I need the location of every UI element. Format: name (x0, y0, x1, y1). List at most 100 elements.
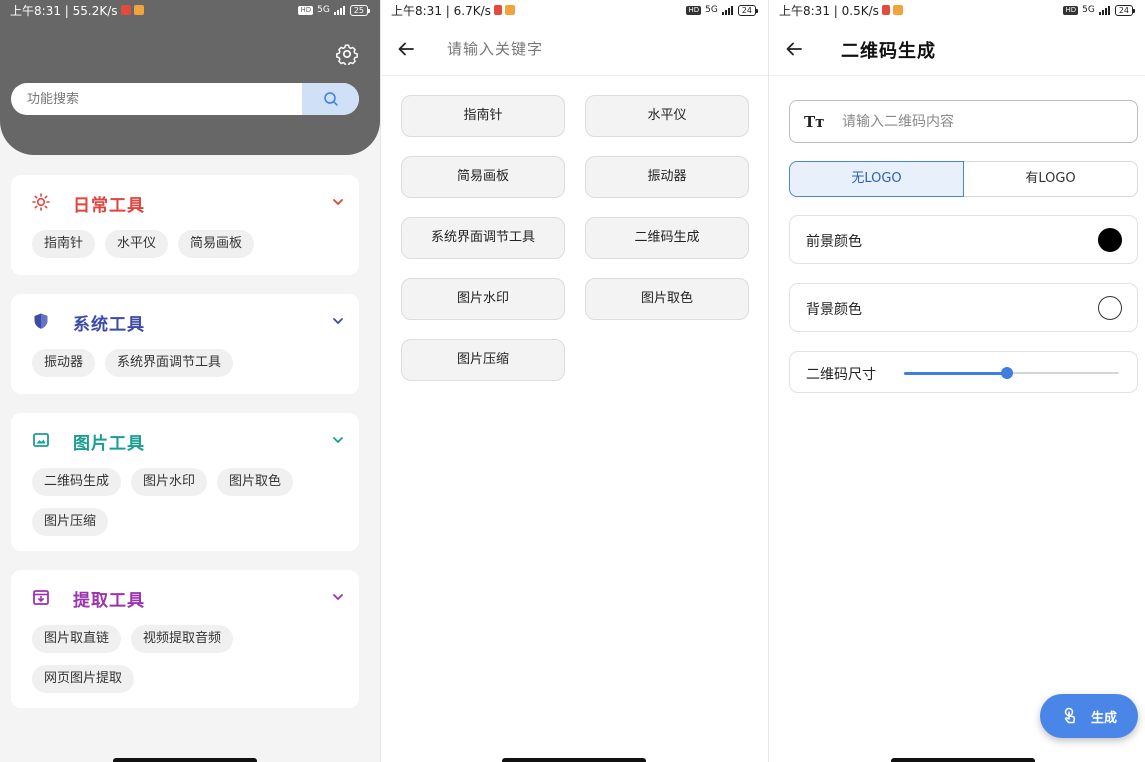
signal-icon (1098, 5, 1110, 15)
foreground-color-swatch[interactable] (1098, 228, 1122, 252)
gesture-nav-bar[interactable] (113, 758, 257, 762)
hd-icon: HD (1063, 5, 1079, 15)
text-format-icon: Tт (804, 113, 825, 131)
qr-size-slider-thumb[interactable] (1001, 367, 1014, 379)
tool-chip-video-audio[interactable]: 视频提取音频 (131, 625, 234, 653)
no-logo-option[interactable]: 无LOGO (789, 161, 964, 197)
result-button-qr-generator[interactable]: 二维码生成 (585, 217, 749, 259)
result-button-compass[interactable]: 指南针 (401, 95, 565, 137)
status-time: 上午8:31 | 55.2K/s (10, 3, 118, 18)
shield-icon (34, 313, 48, 329)
touch-icon (1064, 707, 1076, 724)
result-button-level[interactable]: 水平仪 (585, 95, 749, 137)
category-items: 图片取直链 视频提取音频 网页图片提取 (32, 625, 345, 693)
result-button-ui-tuner[interactable]: 系统界面调节工具 (401, 217, 565, 259)
result-button-sketchpad[interactable]: 简易画板 (401, 156, 565, 198)
home-header: 上午8:31 | 55.2K/s HD 5G 25 (0, 0, 380, 155)
gesture-nav-bar[interactable] (891, 758, 1035, 762)
chevron-down-icon[interactable] (331, 314, 345, 328)
gesture-nav-bar[interactable] (502, 758, 646, 762)
sun-icon (32, 193, 50, 211)
category-card-daily: 日常工具 指南针 水平仪 简易画板 (11, 175, 359, 275)
background-color-label: 背景颜色 (806, 302, 862, 318)
result-button-watermark[interactable]: 图片水印 (401, 278, 565, 320)
background-color-swatch[interactable] (1098, 296, 1122, 320)
hd-icon: HD (686, 5, 702, 15)
qr-content-input[interactable] (842, 109, 1122, 135)
foreground-color-label: 前景颜色 (806, 234, 862, 250)
arrow-left-icon (786, 42, 802, 56)
app-notification-icon (881, 5, 890, 15)
battery-icon: 24 (1114, 4, 1136, 16)
battery-icon: 25 (349, 4, 371, 16)
status-bar: 上午8:31 | 55.2K/s HD 5G 25 (0, 0, 380, 20)
search-button[interactable] (302, 83, 359, 115)
tool-chip-web-images[interactable]: 网页图片提取 (32, 665, 135, 693)
result-button-image-compress[interactable]: 图片压缩 (401, 339, 565, 381)
generate-button-label: 生成 (1090, 710, 1117, 726)
tool-chip-level[interactable]: 水平仪 (105, 230, 169, 258)
chevron-down-icon[interactable] (331, 590, 345, 604)
function-search-input[interactable] (11, 83, 303, 115)
network-label: 5G (1082, 5, 1095, 15)
tool-chip-sketchpad[interactable]: 简易画板 (178, 230, 255, 258)
tool-chip-image-link[interactable]: 图片取直链 (32, 625, 122, 653)
generate-button[interactable]: 生成 (1040, 694, 1138, 738)
signal-icon (333, 5, 345, 15)
result-button-color-picker[interactable]: 图片取色 (585, 278, 749, 320)
category-items: 振动器 系统界面调节工具 (32, 349, 345, 377)
tool-chip-color-picker[interactable]: 图片取色 (217, 468, 294, 496)
back-button[interactable] (781, 36, 807, 62)
category-title: 系统工具 (73, 315, 145, 335)
qr-size-row: 二维码尺寸 (789, 351, 1138, 393)
qr-top-bar: 二维码生成 (769, 22, 1145, 76)
page-title: 二维码生成 (841, 41, 936, 62)
category-card-extract: 提取工具 图片取直链 视频提取音频 网页图片提取 (11, 570, 359, 708)
logo-option-toggle: 无LOGO 有LOGO (789, 161, 1138, 197)
category-title: 提取工具 (73, 591, 145, 611)
search-top-bar (381, 22, 768, 76)
message-notification-icon (504, 5, 515, 15)
app-notification-icon (120, 5, 131, 15)
status-time: 上午8:31 | 0.5K/s (779, 3, 879, 18)
gear-icon[interactable] (336, 43, 358, 65)
message-notification-icon (133, 5, 144, 15)
home-screen: 上午8:31 | 55.2K/s HD 5G 25 功能搜索 日常工具 指南针 … (0, 0, 380, 762)
qr-content-field: Tт (789, 100, 1138, 143)
battery-icon: 24 (737, 4, 759, 16)
tool-chip-vibrator[interactable]: 振动器 (32, 349, 96, 377)
download-box-icon (33, 590, 49, 605)
category-header-system[interactable]: 系统工具 (11, 308, 359, 335)
tool-chip-image-compress[interactable]: 图片压缩 (32, 508, 109, 536)
status-time: 上午8:31 | 6.7K/s (391, 3, 491, 18)
signal-icon (721, 5, 733, 15)
qr-size-slider-fill (904, 371, 1008, 375)
qr-size-slider[interactable] (904, 367, 1119, 379)
chevron-down-icon[interactable] (331, 433, 345, 447)
category-title: 图片工具 (73, 434, 145, 454)
category-title: 日常工具 (73, 196, 145, 216)
function-search-bar (11, 83, 359, 115)
image-icon (33, 433, 49, 447)
category-items: 二维码生成 图片水印 图片取色 图片压缩 (32, 468, 345, 536)
category-header-extract[interactable]: 提取工具 (11, 584, 359, 611)
message-notification-icon (892, 5, 903, 15)
tool-chip-ui-tuner[interactable]: 系统界面调节工具 (105, 349, 234, 377)
tool-chip-watermark[interactable]: 图片水印 (131, 468, 208, 496)
tool-chip-qr-generator[interactable]: 二维码生成 (32, 468, 122, 496)
background-color-row[interactable]: 背景颜色 (789, 283, 1138, 332)
tool-chip-compass[interactable]: 指南针 (32, 230, 96, 258)
back-button[interactable] (393, 36, 419, 62)
category-items: 指南针 水平仪 简易画板 (32, 230, 345, 258)
with-logo-option[interactable]: 有LOGO (964, 161, 1138, 197)
qr-size-label: 二维码尺寸 (806, 367, 876, 383)
chevron-down-icon[interactable] (331, 195, 345, 209)
app-notification-icon (493, 5, 502, 15)
category-header-daily[interactable]: 日常工具 (11, 189, 359, 216)
keyword-search-input[interactable] (447, 35, 747, 63)
foreground-color-row[interactable]: 前景颜色 (789, 215, 1138, 264)
status-bar: 上午8:31 | 0.5K/s HD 5G 24 (769, 0, 1145, 20)
result-button-vibrator[interactable]: 振动器 (585, 156, 749, 198)
network-label: 5G (705, 5, 718, 15)
category-header-image[interactable]: 图片工具 (11, 427, 359, 454)
